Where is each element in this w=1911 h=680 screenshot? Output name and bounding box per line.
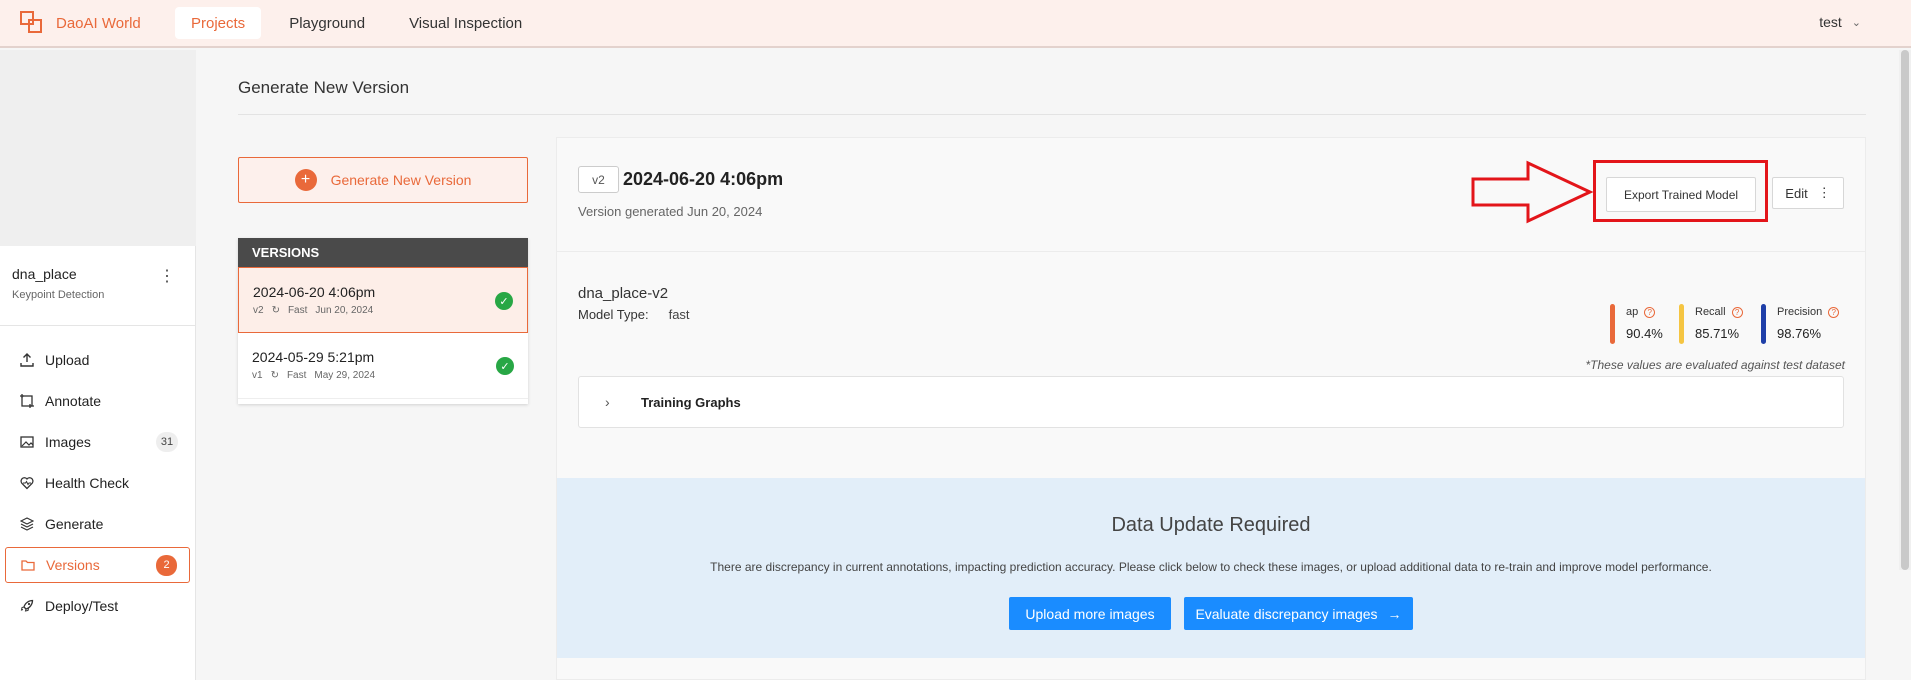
model-type-value: fast	[668, 307, 690, 322]
images-icon	[19, 434, 35, 450]
brand-logo[interactable]: DaoAI World	[20, 11, 175, 35]
sidebar-item-annotate[interactable]: Annotate	[5, 383, 190, 419]
more-vertical-icon: ⋮	[1817, 185, 1831, 200]
model-type-label: Model Type:	[578, 307, 649, 322]
sidebar-item-label: Deploy/Test	[45, 598, 119, 614]
sidebar-item-upload[interactable]: Upload	[5, 342, 190, 378]
generate-button-label: Generate New Version	[330, 172, 472, 188]
metric-label: Recall?	[1695, 306, 1743, 318]
metric-label: ap?	[1626, 306, 1656, 318]
project-info: dna_place Keypoint Detection ⋮	[0, 246, 195, 326]
heart-pulse-icon	[19, 475, 35, 491]
metric-color-bar	[1610, 304, 1615, 344]
upload-icon	[19, 352, 35, 368]
version-tag: v1	[252, 370, 263, 381]
divider	[556, 251, 1866, 252]
user-menu[interactable]: test ⌄	[1819, 14, 1861, 30]
training-graphs-collapse[interactable]: › Training Graphs	[578, 376, 1844, 428]
more-options-icon[interactable]: ⋮	[159, 266, 175, 286]
version-meta: v1 ↻ Fast May 29, 2024	[252, 370, 528, 381]
versions-panel: VERSIONS 2024-06-20 4:06pm v2 ↻ Fast Jun…	[238, 238, 528, 404]
version-created: May 29, 2024	[314, 370, 376, 381]
check-circle-icon: ✓	[496, 357, 514, 375]
update-description: There are discrepancy in current annotat…	[710, 560, 1712, 574]
annotate-icon	[19, 393, 35, 409]
versions-header: VERSIONS	[238, 238, 528, 267]
help-icon[interactable]: ?	[1731, 306, 1743, 318]
sidebar-menu: Upload Annotate Images 31 Health Check G…	[0, 326, 195, 624]
metric-label: Precision?	[1777, 306, 1840, 318]
export-trained-model-button[interactable]: Export Trained Model	[1606, 177, 1756, 212]
chevron-down-icon: ⌄	[1851, 16, 1861, 29]
evaluation-note: *These values are evaluated against test…	[1585, 358, 1846, 372]
version-speed: Fast	[286, 370, 307, 381]
brand-name: DaoAI World	[56, 14, 141, 32]
page-scrollbar[interactable]	[1899, 50, 1911, 570]
versions-count-badge: 2	[156, 554, 177, 576]
version-speed: Fast	[287, 305, 308, 316]
metric-value: 90.4%	[1626, 326, 1663, 341]
divider	[238, 114, 1866, 115]
version-subtitle: Version generated Jun 20, 2024	[578, 204, 763, 219]
sidebar-item-label: Upload	[45, 352, 90, 368]
images-count-badge: 31	[156, 432, 178, 452]
arrow-right-icon: →	[1387, 605, 1402, 622]
project-thumbnail	[0, 50, 196, 246]
sidebar-item-versions[interactable]: Versions 2	[5, 547, 190, 583]
sidebar-item-deploy-test[interactable]: Deploy/Test	[5, 588, 190, 624]
check-circle-icon: ✓	[495, 292, 513, 310]
evaluate-button-label: Evaluate discrepancy images	[1195, 605, 1378, 622]
sidebar-item-generate[interactable]: Generate	[5, 506, 190, 542]
version-badge: v2	[578, 166, 619, 193]
edit-button[interactable]: Edit ⋮	[1772, 177, 1844, 209]
speed-icon: ↻	[270, 370, 279, 381]
sidebar-item-label: Annotate	[45, 393, 102, 409]
metric-value: 85.71%	[1695, 326, 1740, 341]
plus-circle-icon: +	[294, 169, 317, 191]
metric-color-bar	[1761, 304, 1766, 344]
version-meta: v2 ↻ Fast Jun 20, 2024	[253, 305, 527, 316]
user-name: test	[1819, 14, 1842, 30]
tab-projects[interactable]: Projects	[175, 7, 262, 39]
model-name: dna_place-v2	[578, 285, 669, 302]
training-graphs-label: Training Graphs	[641, 394, 741, 410]
edit-button-label: Edit	[1785, 185, 1808, 201]
version-date: 2024-05-29 5:21pm	[252, 349, 375, 365]
metric-value: 98.76%	[1777, 326, 1822, 341]
version-list-item[interactable]: 2024-06-20 4:06pm v2 ↻ Fast Jun 20, 2024…	[238, 267, 528, 333]
metric-color-bar	[1679, 304, 1684, 344]
sidebar-item-label: Images	[45, 434, 91, 450]
chevron-right-icon: ›	[605, 394, 610, 410]
version-list-item[interactable]: 2024-05-29 5:21pm v1 ↻ Fast May 29, 2024…	[238, 333, 528, 399]
page-title: Generate New Version	[238, 78, 410, 97]
version-date: 2024-06-20 4:06pm	[253, 284, 376, 300]
sidebar-item-label: Health Check	[45, 475, 130, 491]
model-type: Model Type: fast	[578, 307, 690, 322]
sidebar-item-label: Generate	[45, 516, 104, 532]
sidebar: dna_place Keypoint Detection ⋮ Upload An…	[0, 50, 196, 680]
version-tag: v2	[253, 305, 264, 316]
folder-icon	[20, 557, 36, 573]
version-created: Jun 20, 2024	[315, 305, 374, 316]
evaluate-discrepancy-images-button[interactable]: Evaluate discrepancy images →	[1184, 597, 1413, 630]
version-title: 2024-06-20 4:06pm	[623, 169, 784, 189]
tab-playground[interactable]: Playground	[273, 7, 381, 39]
speed-icon: ↻	[271, 305, 280, 316]
rocket-icon	[19, 598, 35, 614]
tab-visual-inspection[interactable]: Visual Inspection	[393, 7, 538, 39]
sidebar-item-label: Versions	[46, 557, 100, 573]
layers-icon	[19, 516, 35, 532]
sidebar-item-health-check[interactable]: Health Check	[5, 465, 190, 501]
daoai-logo-icon	[20, 11, 44, 35]
sidebar-item-images[interactable]: Images 31	[5, 424, 190, 460]
red-arrow-annotation	[1470, 160, 1594, 227]
help-icon[interactable]: ?	[1644, 306, 1656, 318]
data-update-panel: Data Update Required There are discrepan…	[557, 478, 1865, 658]
help-icon[interactable]: ?	[1828, 306, 1840, 318]
upload-more-images-button[interactable]: Upload more images	[1009, 597, 1171, 630]
top-navigation-bar: DaoAI World Projects Playground Visual I…	[0, 0, 1911, 48]
project-type: Keypoint Detection	[12, 289, 105, 301]
update-title: Data Update Required	[1111, 514, 1311, 536]
generate-new-version-button[interactable]: + Generate New Version	[238, 157, 528, 203]
